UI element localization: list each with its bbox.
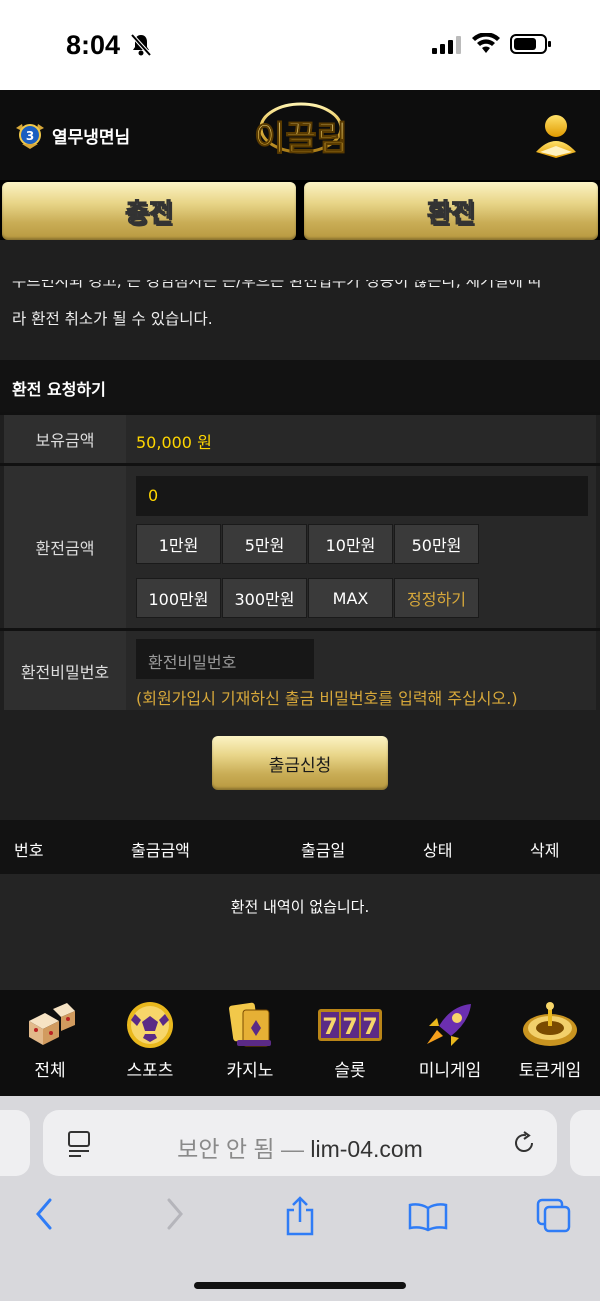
withdraw-submit-button[interactable]: 출금신청 bbox=[212, 736, 388, 790]
reload-icon[interactable] bbox=[511, 1130, 537, 1156]
amount-row: 환전금액 0 1만원 5만원 10만원 50만원 100만원 300만원 MAX… bbox=[0, 463, 600, 628]
rocket-icon bbox=[427, 1004, 471, 1046]
quick-amount-1m-button[interactable]: 100만원 bbox=[136, 578, 221, 618]
history-table-body: 환전 내역이 없습니다. bbox=[0, 874, 600, 990]
col-amount: 출금금액 bbox=[131, 841, 190, 860]
balance-row: 보유금액 50,000 원 bbox=[0, 412, 600, 466]
url-domain: lim-04.com bbox=[310, 1136, 423, 1162]
bottom-nav: 전체 스포츠 카지노 7 7 7 슬롯 미니게임 토큰게임 bbox=[0, 990, 600, 1096]
nav-casino-label: 카지노 bbox=[226, 1061, 274, 1081]
soccer-ball-icon bbox=[127, 1002, 173, 1048]
forward-icon[interactable] bbox=[163, 1196, 187, 1232]
password-row: 환전비밀번호 환전비밀번호 (회원가입시 기재하신 출금 비밀번호를 입력해 주… bbox=[0, 628, 600, 710]
password-cell: 환전비밀번호 (회원가입시 기재하신 출금 비밀번호를 입력해 주십시오.) bbox=[126, 631, 596, 710]
nav-token-game-label: 토큰게임 bbox=[518, 1061, 582, 1081]
quick-amount-3m-button[interactable]: 300만원 bbox=[222, 578, 307, 618]
tab-charge-label: 충전 bbox=[124, 198, 173, 229]
share-icon[interactable] bbox=[284, 1196, 316, 1236]
logo-text: 이끌림 bbox=[254, 119, 348, 159]
notice-line-2: 라 환전 취소가 될 수 있습니다. bbox=[12, 310, 213, 328]
nav-all[interactable]: 전체 bbox=[0, 1000, 100, 1081]
password-hint: (회원가입시 기재하신 출금 비밀번호를 입력해 주십시오.) bbox=[136, 689, 518, 708]
nav-slot[interactable]: 7 7 7 슬롯 bbox=[300, 1000, 400, 1081]
quick-amount-50k-button[interactable]: 5만원 bbox=[222, 524, 307, 564]
nav-slot-label: 슬롯 bbox=[334, 1061, 366, 1081]
password-label: 환전비밀번호 bbox=[4, 631, 126, 710]
quick-amount-100k-button[interactable]: 10만원 bbox=[308, 524, 393, 564]
nav-sports[interactable]: 스포츠 bbox=[100, 1000, 200, 1081]
tab-exchange[interactable]: 환전 bbox=[304, 182, 598, 240]
password-input[interactable]: 환전비밀번호 bbox=[136, 639, 314, 679]
svg-text:7: 7 bbox=[362, 1015, 377, 1040]
section-title: 환전 요청하기 bbox=[0, 360, 600, 412]
bookmarks-icon[interactable] bbox=[408, 1202, 448, 1232]
balance-cell: 50,000 원 bbox=[126, 415, 596, 463]
nav-minigame[interactable]: 미니게임 bbox=[400, 1000, 500, 1081]
nav-all-label: 전체 bbox=[34, 1061, 66, 1081]
slot-777-icon: 7 7 7 bbox=[318, 1009, 382, 1041]
status-bar: 8:04 bbox=[0, 0, 600, 90]
url-text: 보안 안 됨 — lim-04.com bbox=[43, 1130, 557, 1164]
bell-muted-icon bbox=[130, 33, 152, 57]
browser-toolbar: 보안 안 됨 — lim-04.com bbox=[0, 1096, 600, 1301]
tab-exchange-label: 환전 bbox=[426, 198, 475, 229]
history-table-header: 번호 출금금액 출금일 상태 삭제 bbox=[0, 820, 600, 874]
tabs-icon[interactable] bbox=[536, 1198, 572, 1234]
previous-tab-preview[interactable] bbox=[0, 1110, 30, 1176]
balance-label: 보유금액 bbox=[4, 415, 126, 463]
signal-icon bbox=[432, 36, 461, 54]
username: 열무냉면님 bbox=[52, 127, 131, 148]
nav-minigame-label: 미니게임 bbox=[418, 1061, 482, 1081]
cards-icon bbox=[229, 1002, 271, 1047]
nav-token-game[interactable]: 토큰게임 bbox=[500, 1000, 600, 1081]
site-logo[interactable]: 이끌림 bbox=[248, 98, 354, 174]
quick-amount-max-button[interactable]: MAX bbox=[308, 578, 393, 618]
balance-value: 50,000 원 bbox=[136, 433, 212, 452]
svg-text:7: 7 bbox=[342, 1015, 357, 1040]
battery-icon bbox=[510, 34, 551, 54]
quick-amount-500k-button[interactable]: 50만원 bbox=[394, 524, 479, 564]
svg-text:7: 7 bbox=[322, 1015, 337, 1040]
user-info[interactable]: 3 열무냉면님 bbox=[14, 120, 130, 150]
tab-charge[interactable]: 충전 bbox=[2, 182, 296, 240]
svg-text:3: 3 bbox=[26, 129, 34, 143]
back-icon[interactable] bbox=[32, 1196, 56, 1232]
notice-text: 누르면시되 경고, 는 경임점사는 는/후으는 환전업무가 성공이 않는다, 세… bbox=[0, 280, 600, 360]
empty-message: 환전 내역이 없습니다. bbox=[230, 898, 370, 916]
dice-icon bbox=[29, 1003, 75, 1045]
address-bar[interactable]: 보안 안 됨 — lim-04.com bbox=[43, 1110, 557, 1176]
col-date: 출금일 bbox=[301, 841, 346, 860]
col-status: 상태 bbox=[423, 841, 453, 860]
col-delete: 삭제 bbox=[530, 841, 560, 860]
amount-label: 환전금액 bbox=[4, 466, 126, 628]
col-number: 번호 bbox=[14, 841, 44, 860]
level-badge-icon: 3 bbox=[16, 124, 44, 149]
security-warning: 보안 안 됨 — bbox=[177, 1136, 304, 1162]
roulette-icon bbox=[523, 1002, 577, 1046]
quick-amount-10k-button[interactable]: 1만원 bbox=[136, 524, 221, 564]
home-indicator[interactable] bbox=[194, 1282, 406, 1289]
amount-input[interactable]: 0 bbox=[136, 476, 588, 516]
notice-line-1: 누르면시되 경고, 는 경임점사는 는/후으는 환전업무가 성공이 않는다, 세… bbox=[12, 280, 543, 290]
nav-casino[interactable]: 카지노 bbox=[200, 1000, 300, 1081]
next-tab-preview[interactable] bbox=[570, 1110, 600, 1176]
exchange-page: 누르면시되 경고, 는 경임점사는 는/후으는 환전업무가 성공이 않는다, 세… bbox=[0, 240, 600, 990]
nav-sports-label: 스포츠 bbox=[126, 1061, 174, 1081]
reset-amount-button[interactable]: 정정하기 bbox=[394, 578, 479, 618]
status-time: 8:04 bbox=[66, 30, 121, 60]
amount-cell: 0 1만원 5만원 10만원 50만원 100만원 300만원 MAX 정정하기 bbox=[126, 466, 596, 628]
wifi-icon bbox=[472, 33, 500, 53]
site-header: 3 열무냉면님 이끌림 bbox=[0, 90, 600, 180]
profile-icon[interactable] bbox=[534, 112, 578, 158]
